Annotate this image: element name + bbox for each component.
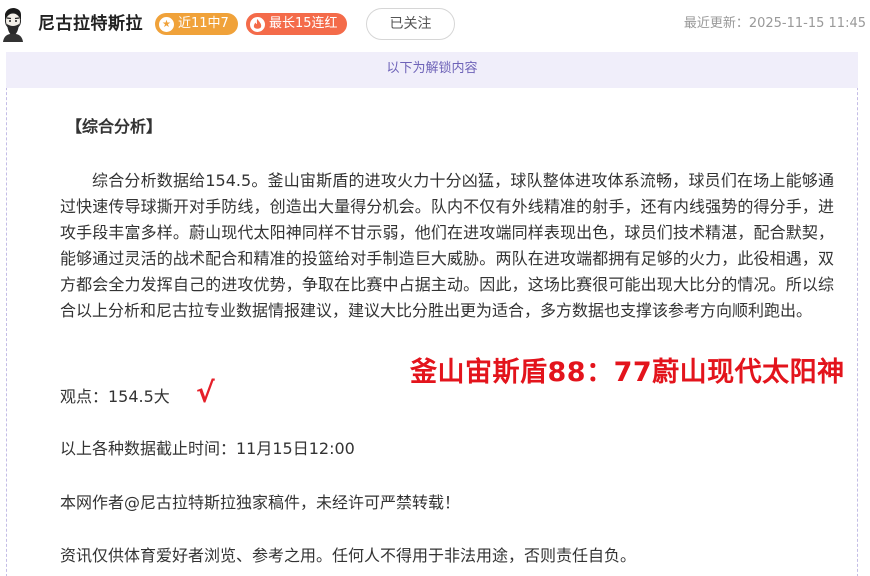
bearded-man-avatar-icon [3, 8, 23, 42]
star-icon: ★ [159, 16, 174, 32]
viewpoint-line: 观点：154.5大 [60, 387, 170, 406]
unlock-notice-bar: 以下为解锁内容 [6, 52, 858, 88]
final-score-stamp: 釜山宙斯盾88：77蔚山现代太阳神 [410, 357, 845, 388]
author-avatar[interactable] [0, 6, 26, 42]
analysis-paragraph: 综合分析数据给154.5。釜山宙斯盾的进攻火力十分凶猛，球队整体进攻体系流畅，球… [60, 171, 834, 320]
last-update-label: 最近更新： [683, 16, 749, 31]
follow-button[interactable]: 已关注 [366, 8, 455, 40]
author-name[interactable]: 尼古拉特斯拉 [38, 12, 143, 36]
data-cutoff-line: 以上各种数据截止时间：11月15日12:00 [60, 439, 355, 458]
streak-badge: 最长15连红 [246, 13, 347, 35]
last-update-time: 2025-11-15 11:45 [748, 16, 866, 31]
copyright-notice: 本网作者@尼古拉特斯拉独家稿件，未经许可严禁转载！ [60, 493, 461, 512]
correct-check-mark: √ [196, 376, 215, 409]
author-header: 尼古拉特斯拉 ★ 近11中7 最长15连红 已关注 最近更新：2025-11-1… [0, 0, 870, 50]
disclaimer-notice: 资讯仅供体育爱好者浏览、参考之用。任何人不得用于非法用途，否则责任自负。 [60, 546, 637, 565]
section-title: 【综合分析】 [66, 117, 163, 136]
last-update: 最近更新：2025-11-15 11:45 [684, 14, 866, 34]
hit-rate-badge: ★ 近11中7 [155, 13, 238, 35]
flame-icon [250, 16, 265, 32]
hit-rate-label: 近11中7 [178, 16, 229, 31]
streak-label: 最长15连红 [269, 16, 338, 31]
